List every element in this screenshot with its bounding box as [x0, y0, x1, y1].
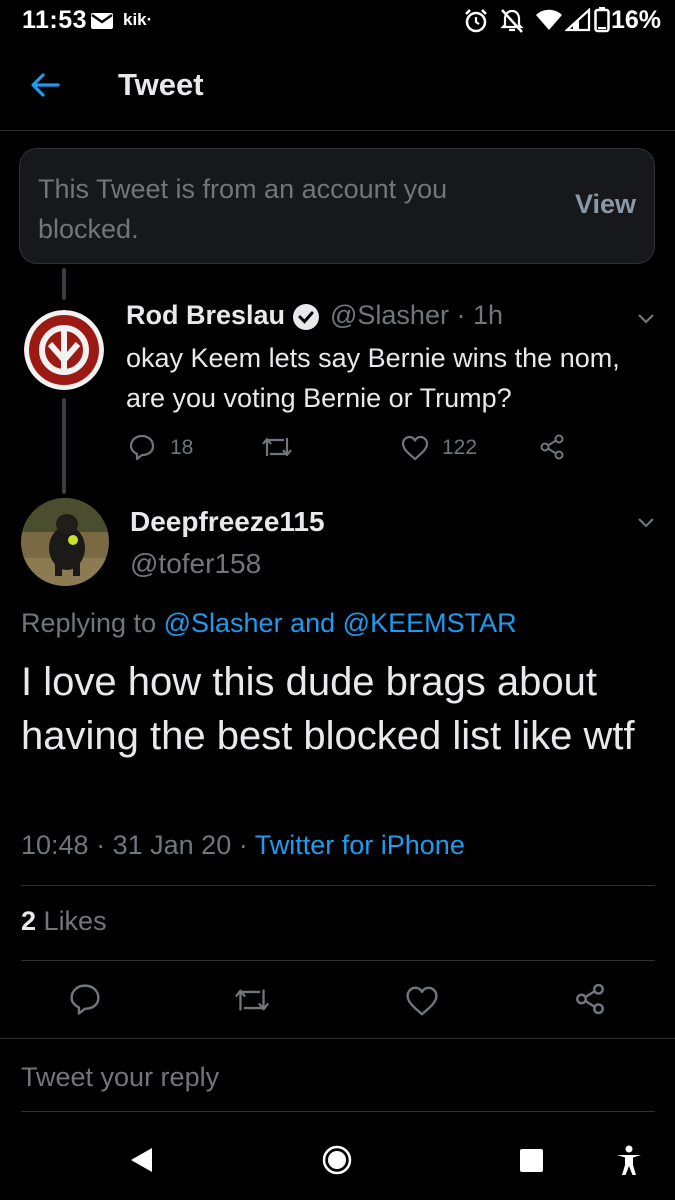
view-blocked-tweet-button[interactable]: View [575, 189, 636, 220]
reply-icon[interactable] [68, 982, 102, 1016]
alarm-icon [463, 8, 489, 34]
reply-icon[interactable] [128, 433, 156, 461]
kik-icon: kik· [123, 10, 153, 29]
like-count: 122 [442, 436, 478, 459]
meta-divider [21, 885, 655, 886]
replying-and[interactable]: and [290, 608, 335, 638]
reply-input[interactable] [21, 1062, 655, 1093]
retweet-icon[interactable] [232, 985, 272, 1015]
meta-separator: · [96, 830, 106, 860]
chevron-down-icon[interactable] [636, 516, 656, 530]
action-bar-divider [0, 1038, 675, 1039]
likes-label: Likes [43, 906, 107, 936]
like-icon[interactable] [400, 434, 430, 462]
blocked-notice-text: This Tweet is from an account you blocke… [38, 174, 448, 244]
author-name[interactable]: Rod Breslau [126, 300, 285, 331]
likes-count: 2 [21, 906, 37, 936]
tweet-age: 1h [473, 300, 504, 330]
chevron-down-icon[interactable] [636, 312, 656, 326]
blocked-tweet-notice: This Tweet is from an account you blocke… [19, 148, 655, 264]
author-name[interactable]: Deepfreeze115 [130, 506, 325, 538]
share-icon[interactable] [573, 982, 607, 1016]
author-handle[interactable]: @tofer158 [130, 548, 261, 580]
status-time: 11:53 [22, 6, 88, 34]
tweet-timestamp: 10:48 · 31 Jan 20 · Twitter for iPhone [21, 830, 465, 861]
battery-icon [594, 7, 610, 33]
tweet-source-link[interactable]: Twitter for iPhone [255, 830, 465, 860]
back-arrow-icon[interactable] [30, 72, 60, 98]
signal-icon [565, 8, 591, 32]
retweet-icon[interactable] [260, 434, 294, 460]
thread-line-top [62, 268, 66, 300]
replying-to: Replying to @Slasher and @KEEMSTAR [21, 608, 517, 639]
page-title: Tweet [118, 67, 204, 102]
replying-to-prefix: Replying to [21, 608, 157, 638]
nav-back-icon[interactable] [128, 1146, 154, 1174]
header-divider [0, 130, 675, 131]
thread-line-bottom [62, 398, 66, 494]
likes-divider [21, 960, 655, 961]
battery-percentage: 16% [610, 6, 661, 34]
meta-separator: · [456, 300, 466, 330]
nav-home-icon[interactable] [322, 1145, 352, 1175]
author-name-text: Rod Breslau [126, 300, 286, 330]
mail-icon [90, 12, 114, 30]
accessibility-icon[interactable] [615, 1145, 643, 1177]
wifi-icon [535, 9, 563, 31]
share-icon[interactable] [538, 433, 566, 461]
tweet-text: I love how this dude brags about having … [21, 660, 635, 758]
reply-count: 18 [170, 436, 194, 459]
avatar[interactable] [21, 498, 109, 586]
tweet-meta: @Slasher · 1h [330, 300, 503, 331]
author-handle[interactable]: @Slasher [330, 300, 449, 330]
tweet-text: okay Keem lets say Bernie wins the nom, … [126, 343, 620, 413]
reply-input-underline [21, 1111, 655, 1112]
tweet-time: 10:48 [21, 830, 89, 860]
bell-off-icon [500, 8, 524, 34]
mention-link-slasher[interactable]: @Slasher [164, 608, 283, 638]
like-icon[interactable] [404, 984, 440, 1018]
tweet-date: 31 Jan 20 [112, 830, 232, 860]
verified-badge-icon [292, 303, 320, 331]
mention-link-keemstar[interactable]: @KEEMSTAR [343, 608, 517, 638]
nav-recents-icon[interactable] [519, 1148, 544, 1173]
avatar[interactable] [24, 310, 104, 390]
meta-separator: · [238, 830, 248, 860]
likes-summary[interactable]: 2 Likes [21, 906, 107, 937]
